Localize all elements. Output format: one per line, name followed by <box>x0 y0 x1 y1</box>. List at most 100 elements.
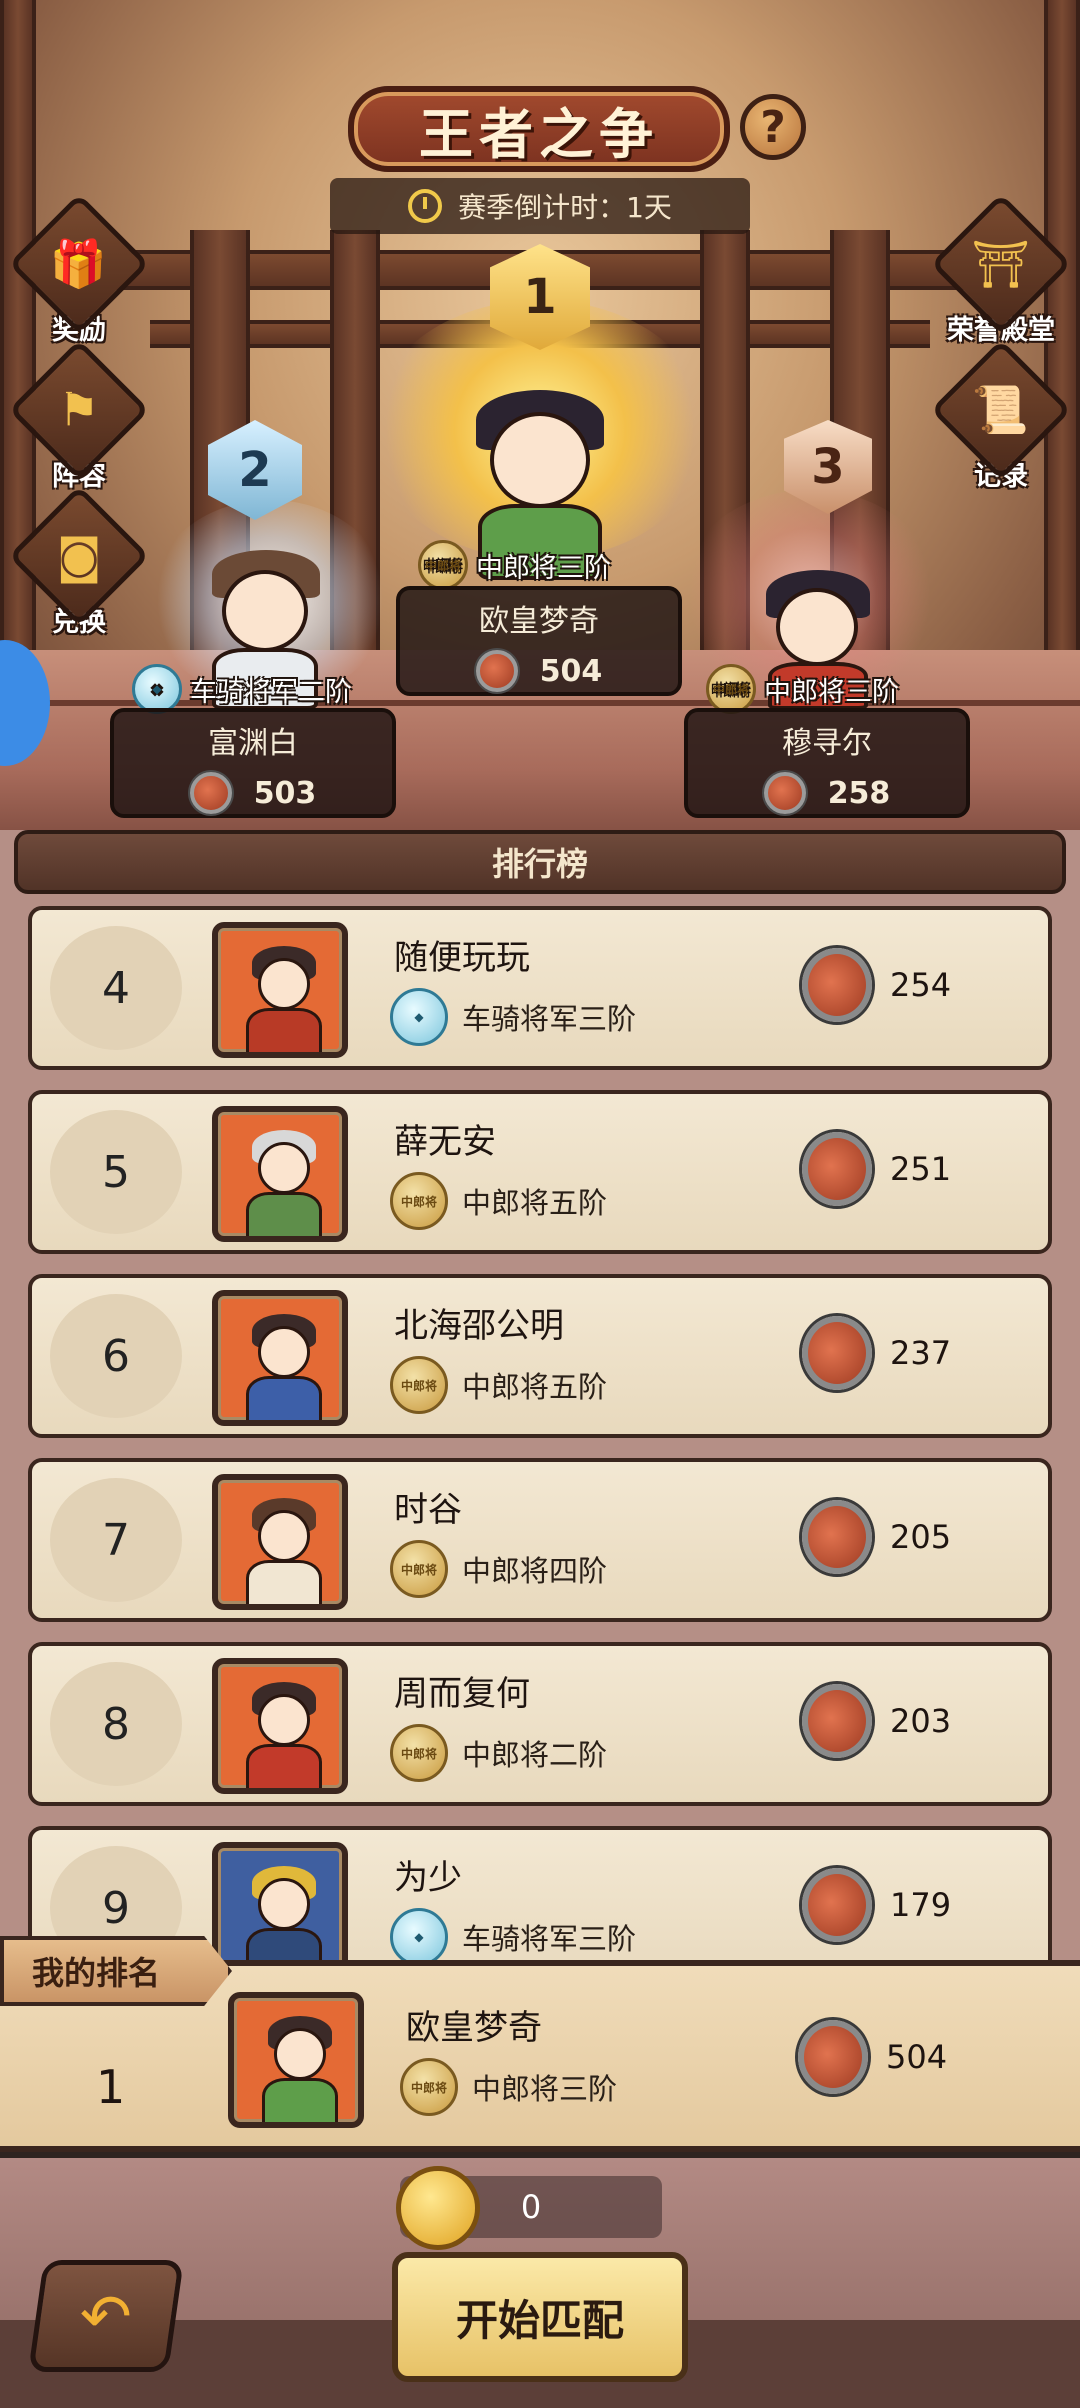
player-2-title: ◆ 车骑将军二阶 <box>132 664 352 714</box>
exchange-button[interactable]: ◙ 兑换 <box>8 485 150 639</box>
leaderboard-title: 排行榜 <box>491 845 588 883</box>
avatar-body <box>246 1376 322 1420</box>
avatar[interactable] <box>212 922 348 1058</box>
avatar-body <box>246 1008 322 1052</box>
records-button[interactable]: 📜 记录 <box>930 339 1072 493</box>
avatar[interactable] <box>212 1842 348 1960</box>
medal-icon <box>802 1132 872 1206</box>
my-avatar[interactable] <box>228 1992 364 2128</box>
table-row[interactable]: 6 北海邵公明 中郎将 中郎将五阶 237 <box>28 1274 1052 1438</box>
my-name: 欧皇梦奇 <box>406 2008 542 2048</box>
avatar[interactable] <box>212 1658 348 1794</box>
player-2-score: 503 <box>253 775 317 811</box>
rewards-button[interactable]: 🎁 奖励 <box>8 193 150 347</box>
back-arrow-icon: ↶ <box>80 2279 132 2353</box>
table-row[interactable]: 8 周而复何 中郎将 中郎将二阶 203 <box>28 1642 1052 1806</box>
character-head <box>776 588 858 666</box>
rank-number: 4 <box>50 926 182 1050</box>
help-button[interactable]: ? <box>740 94 806 160</box>
avatar[interactable] <box>212 1106 348 1242</box>
player-score: 254 <box>802 948 951 1022</box>
rank-number: 8 <box>50 1662 182 1786</box>
my-title: 中郎将 中郎将三阶 <box>400 2058 617 2116</box>
lineup-button[interactable]: ⚑ 阵容 <box>8 339 150 493</box>
my-score: 504 <box>798 2020 947 2094</box>
player-1-name: 欧皇梦奇 <box>479 604 599 639</box>
player-2-plate[interactable]: 富渊白 503 <box>110 708 396 818</box>
score-value: 205 <box>890 1518 952 1556</box>
character-head <box>490 412 590 508</box>
scroll-icon: 📜 <box>972 382 1030 437</box>
title-text: 中郎将三阶 <box>764 676 899 708</box>
medal-icon <box>802 1868 872 1942</box>
avatar[interactable] <box>212 1290 348 1426</box>
back-button[interactable]: ↶ <box>28 2260 184 2372</box>
my-rank-number: 1 <box>96 2060 126 2114</box>
avatar-head <box>258 1326 310 1378</box>
rank-emblem-icon: 中郎将 <box>390 1172 448 1230</box>
avatar-head <box>258 958 310 1010</box>
player-name: 时谷 <box>394 1490 462 1530</box>
title-text: 车骑将军二阶 <box>190 676 352 708</box>
rank-emblem-icon: 中郎将 <box>400 2058 458 2116</box>
avatar-head <box>258 1510 310 1562</box>
score-value: 237 <box>890 1334 952 1372</box>
player-3-score: 258 <box>827 775 891 811</box>
player-score: 205 <box>802 1500 951 1574</box>
score-value: 251 <box>890 1150 952 1188</box>
player-1-title: 中郎将 中郎将三阶 <box>418 540 611 590</box>
temple-icon: ⛩ <box>971 236 1031 291</box>
hall-of-honor-button[interactable]: ⛩ 荣誉殿堂 <box>930 193 1072 347</box>
player-title: 中郎将 中郎将五阶 <box>390 1172 607 1230</box>
medal-icon <box>802 1316 872 1390</box>
medal-icon <box>475 650 518 692</box>
coin-count: 0 <box>520 2188 542 2226</box>
leaderboard-header: 排行榜 <box>14 830 1066 894</box>
player-name: 北海邵公明 <box>394 1306 564 1346</box>
player-title: ◆ 车骑将军三阶 <box>390 988 636 1046</box>
avatar-body <box>246 1560 322 1604</box>
medal-icon <box>802 948 872 1022</box>
player-name: 随便玩玩 <box>394 938 530 978</box>
table-row[interactable]: 7 时谷 中郎将 中郎将四阶 205 <box>28 1458 1052 1622</box>
player-score: 179 <box>802 1868 951 1942</box>
table-row[interactable]: 5 薛无安 中郎将 中郎将五阶 251 <box>28 1090 1052 1254</box>
player-1-score: 504 <box>539 653 603 689</box>
season-countdown: 赛季倒计时：1天 <box>330 178 750 234</box>
score-value: 179 <box>890 1886 952 1924</box>
table-row[interactable]: 4 随便玩玩 ◆ 车骑将军三阶 254 <box>28 906 1052 1070</box>
medal-icon <box>798 2020 868 2094</box>
player-title: ◆ 车骑将军三阶 <box>390 1908 636 1960</box>
score-value: 203 <box>890 1702 952 1740</box>
start-match-button[interactable]: 开始匹配 <box>392 2252 688 2382</box>
avatar-head <box>258 1142 310 1194</box>
player-score: 203 <box>802 1684 951 1758</box>
rank-emblem-icon: 中郎将 <box>418 540 468 590</box>
title-text: 中郎将三阶 <box>472 2072 618 2106</box>
leaderboard-list[interactable]: 4 随便玩玩 ◆ 车骑将军三阶 254 5 薛无安 中郎将 中郎将五阶 251 6 … <box>28 906 1052 1960</box>
score-value: 254 <box>890 966 952 1004</box>
medal-icon <box>802 1684 872 1758</box>
avatar-body <box>262 2078 338 2122</box>
rank-emblem-icon: 中郎将 <box>390 1724 448 1782</box>
rank-emblem-icon: 中郎将 <box>390 1540 448 1598</box>
title-plate: 王者之争 <box>348 86 730 172</box>
score-row: 258 <box>688 772 966 814</box>
player-3-plate[interactable]: 穆寻尔 258 <box>684 708 970 818</box>
avatar[interactable] <box>212 1474 348 1610</box>
player-name: 周而复何 <box>394 1674 530 1714</box>
player-1-plate[interactable]: 欧皇梦奇 504 <box>396 586 682 696</box>
question-icon: ? <box>760 101 786 153</box>
rank-number: 6 <box>50 1294 182 1418</box>
medal-icon <box>189 772 232 814</box>
flag-icon: ⚑ <box>58 383 100 437</box>
title-text: 车骑将军三阶 <box>462 1002 637 1036</box>
title-text: 中郎将二阶 <box>462 1738 608 1772</box>
title-text: 中郎将四阶 <box>462 1554 608 1588</box>
rank-number: 7 <box>50 1478 182 1602</box>
player-title: 中郎将 中郎将四阶 <box>390 1540 607 1598</box>
medal-icon <box>763 772 806 814</box>
rank-emblem-icon: ◆ <box>390 988 448 1046</box>
title-text: 中郎将五阶 <box>462 1370 608 1404</box>
medal-icon <box>802 1500 872 1574</box>
